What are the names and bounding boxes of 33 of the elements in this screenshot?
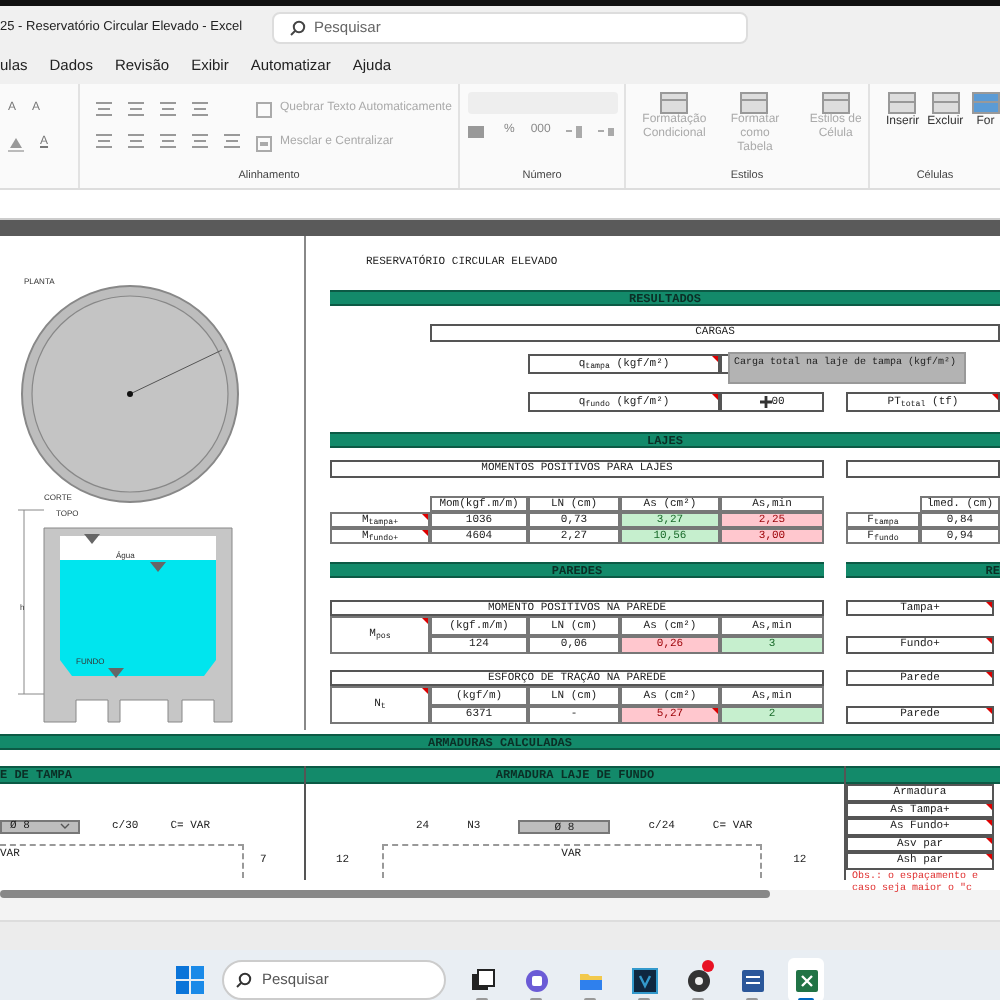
chat-icon[interactable]: [523, 967, 549, 993]
windows-start-icon[interactable]: [176, 966, 204, 994]
decrease-decimal-icon[interactable]: [598, 123, 615, 139]
merge-icon[interactable]: [256, 135, 272, 151]
wrap-text-icon[interactable]: [256, 101, 272, 117]
cells-icon[interactable]: [931, 92, 960, 114]
table-style-icon[interactable]: [740, 92, 769, 114]
align-icon[interactable]: [160, 100, 176, 116]
aperture-icon[interactable]: [685, 967, 711, 993]
spreadsheet-app-icon[interactable]: [793, 967, 819, 993]
align-icon[interactable]: [192, 132, 208, 148]
search-icon: [290, 19, 306, 35]
table-style-icon[interactable]: [660, 92, 689, 114]
align-icon[interactable]: [160, 132, 176, 148]
align-icon[interactable]: [192, 100, 208, 116]
align-icon[interactable]: [96, 100, 112, 116]
cells-icon[interactable]: [888, 92, 917, 114]
align-icon[interactable]: [96, 132, 112, 148]
fill-color-icon[interactable]: [8, 135, 24, 151]
currency-icon[interactable]: [468, 123, 488, 139]
cells-icon[interactable]: [971, 92, 1000, 114]
document-app-icon[interactable]: [739, 967, 765, 993]
increase-decimal-icon[interactable]: [566, 123, 583, 139]
window-stack-icon[interactable]: [469, 967, 495, 993]
align-icon[interactable]: [128, 132, 144, 148]
cursor-icon: [759, 396, 772, 408]
search-icon: [236, 972, 252, 988]
align-icon[interactable]: [224, 132, 240, 148]
v-app-icon[interactable]: [631, 967, 657, 993]
table-style-icon[interactable]: [821, 92, 850, 114]
align-icon[interactable]: [128, 100, 144, 116]
caret-icon[interactable]: [60, 822, 70, 831]
scrollbar-thumb[interactable]: [0, 890, 770, 898]
